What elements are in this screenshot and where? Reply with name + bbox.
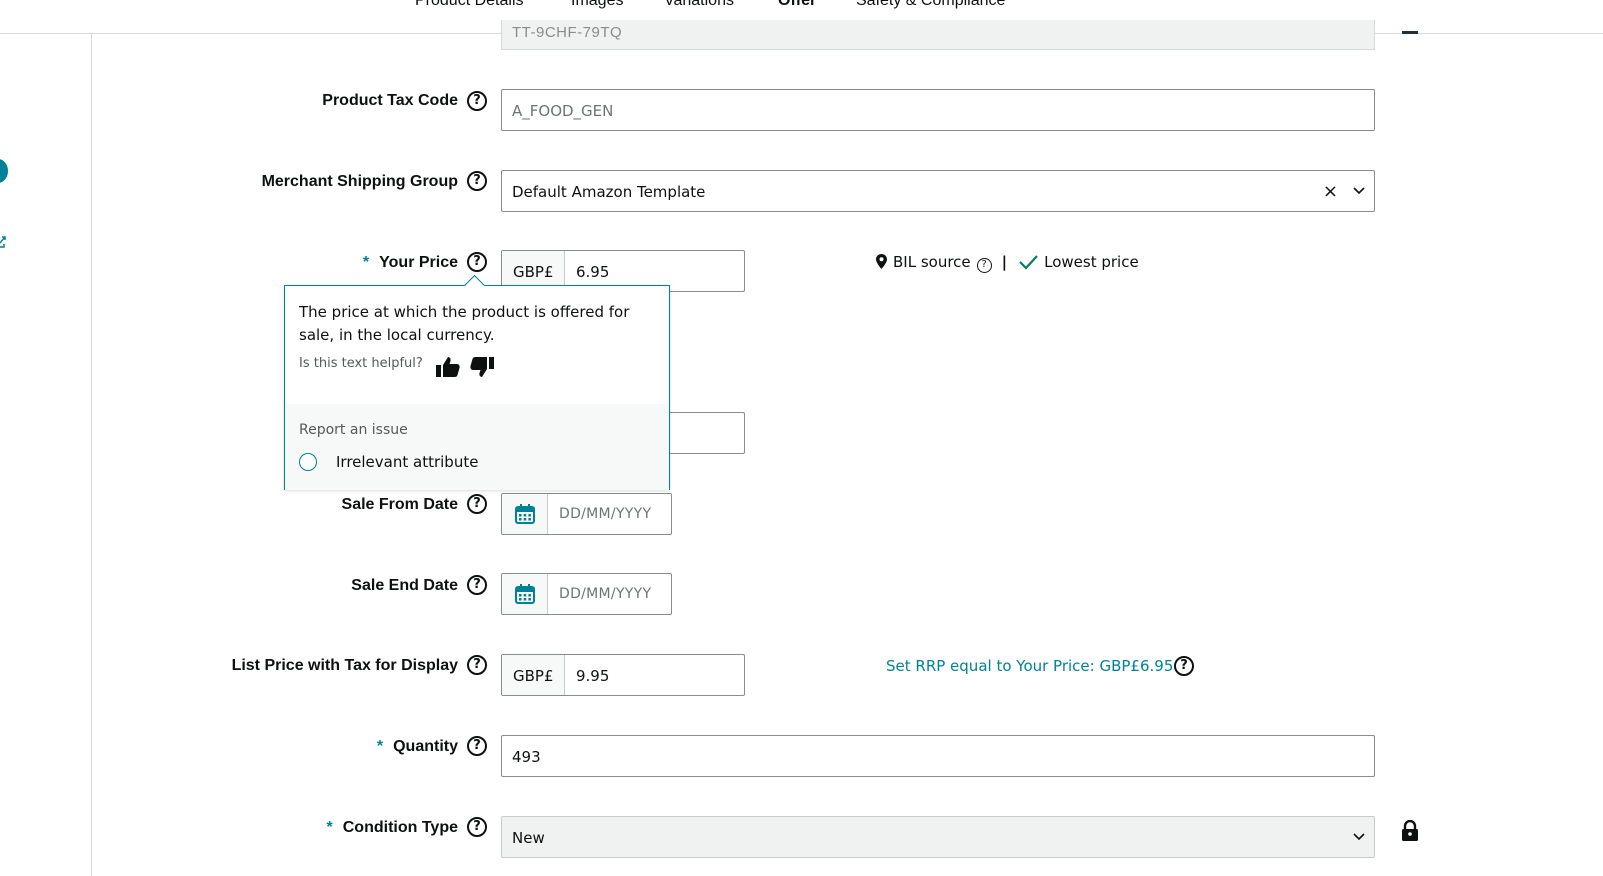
help-icon[interactable]: ? [467,817,487,837]
left-rail [0,34,92,876]
help-icon[interactable]: ? [1174,656,1194,676]
help-icon[interactable]: ? [467,252,487,272]
merchant-shipping-group-value: Default Amazon Template [512,183,706,201]
lock-icon [1402,820,1418,841]
set-rrp-link[interactable]: Set RRP equal to Your Price: GBP£6.95 [886,657,1173,675]
seller-sku-field: TT-9CHF-79TQ [501,20,1375,50]
separator: | [1001,253,1008,271]
quantity-input[interactable]: 493 [501,735,1375,777]
your-price-value: 6.95 [576,263,610,281]
calendar-icon [515,504,535,524]
condition-type-select[interactable]: New [501,816,1375,858]
help-icon[interactable]: ? [976,258,992,273]
quantity-value: 493 [512,748,541,766]
report-issue-heading: Report an issue [299,422,408,438]
clear-icon[interactable]: × [1323,181,1338,202]
help-icon[interactable]: ? [467,736,487,756]
sale-end-date-label: Sale End Date [351,577,458,594]
helpful-prompt: Is this text helpful? [299,356,423,371]
help-icon[interactable]: ? [467,575,487,595]
product-tax-code-value: A_FOOD_GEN [512,102,614,120]
required-marker: * [376,738,384,755]
product-tax-code-label: Product Tax Code [322,92,458,109]
tooltip-text: The price at which the product is offere… [299,303,630,344]
calendar-button[interactable] [502,574,548,614]
currency-prefix: GBP£ [502,655,565,695]
required-marker: * [326,819,333,836]
required-marker: * [362,254,370,271]
thumbs-down-icon[interactable] [470,356,494,378]
your-price-label: * Your Price [362,254,458,271]
product-tax-code-input[interactable]: A_FOOD_GEN [501,89,1375,131]
calendar-button[interactable] [502,494,548,534]
location-pin-icon [876,254,887,269]
tooltip-footer: Report an issue Irrelevant attribute [285,404,669,490]
list-price-input[interactable]: GBP£ 9.95 [501,654,745,696]
list-price-label: List Price with Tax for Display [231,657,458,674]
seller-sku-value: TT-9CHF-79TQ [512,24,623,41]
quantity-label: * Quantity [376,738,458,755]
bil-source-label: BIL source [893,253,971,271]
checkmark-icon [1019,255,1038,270]
help-tooltip: The price at which the product is offere… [284,285,670,490]
lowest-price-status: Lowest price [1044,253,1139,271]
condition-type-value: New [512,829,545,847]
external-link-icon[interactable] [0,236,6,248]
chevron-down-icon[interactable] [1352,829,1366,843]
irrelevant-attribute-radio[interactable] [299,453,317,471]
help-icon[interactable]: ? [467,655,487,675]
date-placeholder: DD/MM/YYYY [559,586,652,602]
bil-source-info: BIL source? | Lowest price [876,253,1139,273]
sale-from-date-label: Sale From Date [341,496,458,513]
chevron-down-icon[interactable] [1352,183,1366,197]
help-icon[interactable]: ? [467,91,487,111]
help-icon[interactable]: ? [467,171,487,191]
merchant-shipping-group-label: Merchant Shipping Group [261,173,458,190]
calendar-icon [515,584,535,604]
sale-end-date-input[interactable]: DD/MM/YYYY [501,573,672,615]
condition-type-label: * Condition Type [326,819,458,836]
thumbs-up-icon[interactable] [436,356,460,378]
irrelevant-attribute-label[interactable]: Irrelevant attribute [336,453,478,471]
help-icon[interactable]: ? [467,494,487,514]
lock-icon [1402,24,1418,34]
date-placeholder: DD/MM/YYYY [559,506,652,522]
step-indicator-icon[interactable] [0,159,8,183]
merchant-shipping-group-select[interactable]: Default Amazon Template × [501,170,1375,212]
list-price-value: 9.95 [576,667,610,685]
sale-from-date-input[interactable]: DD/MM/YYYY [501,493,672,535]
